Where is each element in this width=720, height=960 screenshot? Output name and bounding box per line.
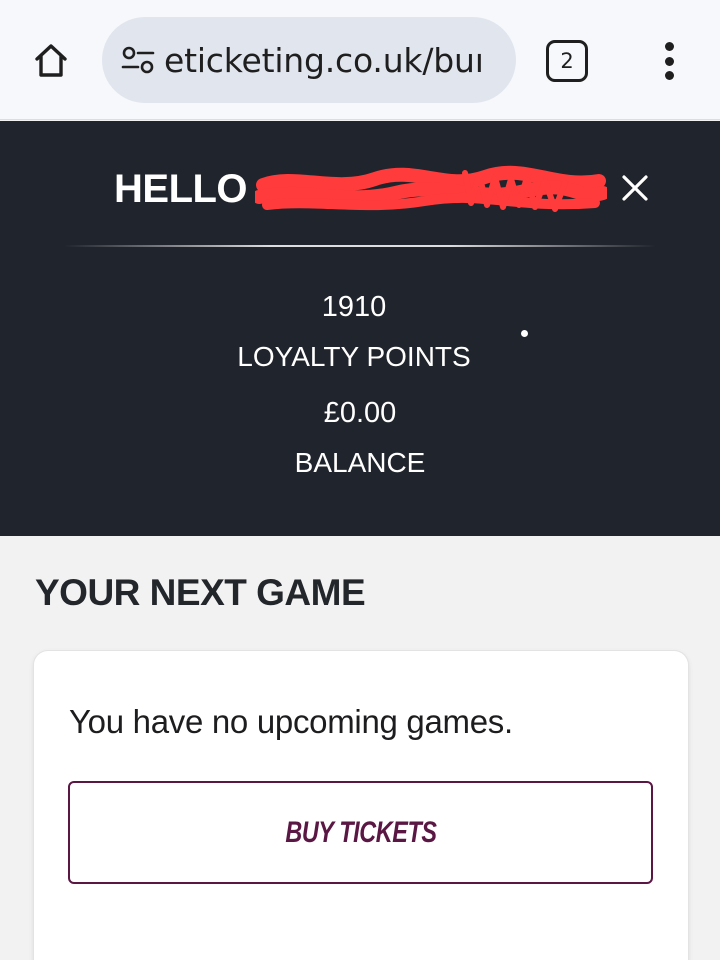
greeting-text: HELLO xyxy=(114,167,248,211)
balance-label: BALANCE xyxy=(294,447,426,478)
indicator-dot xyxy=(521,330,528,337)
loyalty-points-value: 1910 xyxy=(321,291,387,323)
home-icon[interactable] xyxy=(28,38,74,84)
close-icon[interactable] xyxy=(618,171,652,205)
buy-tickets-button[interactable]: BUY TICKETS xyxy=(68,781,653,884)
account-summary-panel: HELLO 1910 LOYALTY POINTS £0.00 BALANCE xyxy=(0,121,720,536)
address-bar[interactable]: eticketing.co.uk/buı xyxy=(102,17,516,103)
next-game-card: You have no upcoming games. BUY TICKETS xyxy=(34,651,688,960)
divider xyxy=(64,245,656,247)
balance-value: £0.00 xyxy=(323,397,397,429)
redaction-scribble xyxy=(255,165,607,212)
browser-toolbar: eticketing.co.uk/buı 2 xyxy=(0,0,720,120)
more-vert-icon[interactable] xyxy=(648,38,690,84)
buy-tickets-label: BUY TICKETS xyxy=(284,815,437,849)
next-game-heading: YOUR NEXT GAME xyxy=(35,572,366,613)
url-text: eticketing.co.uk/buı xyxy=(164,40,484,80)
tune-icon[interactable] xyxy=(114,36,162,84)
tab-switcher-button[interactable]: 2 xyxy=(546,40,588,82)
loyalty-points-label: LOYALTY POINTS xyxy=(237,341,471,372)
no-games-message: You have no upcoming games. xyxy=(69,703,513,740)
